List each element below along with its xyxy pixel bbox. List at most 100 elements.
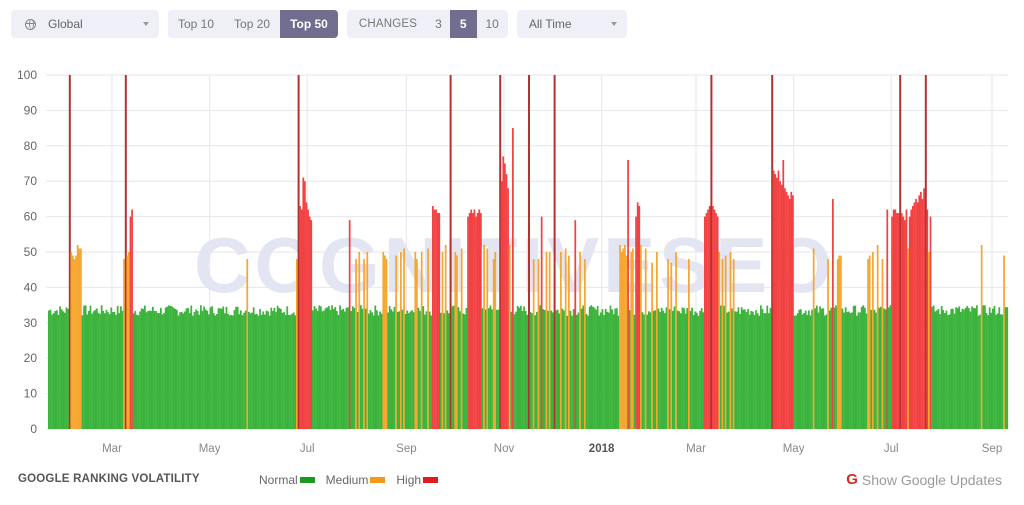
bar-normal	[254, 314, 257, 429]
bar-medium	[624, 244, 626, 429]
bar-normal	[256, 313, 258, 429]
bar-normal	[993, 305, 996, 429]
bar-normal	[347, 307, 349, 429]
bar-normal	[854, 305, 857, 429]
bar-normal	[153, 310, 156, 429]
show-google-updates-button[interactable]: G Show Google Updates	[846, 471, 1002, 488]
bar-medium	[872, 252, 874, 429]
bar-normal	[398, 311, 401, 429]
bar-normal	[857, 312, 860, 429]
bar-medium	[76, 244, 79, 429]
bar-high	[502, 156, 505, 430]
bar-medium	[827, 259, 829, 429]
y-tick-label: 20	[24, 351, 38, 365]
bar-normal	[244, 310, 247, 429]
bar-normal	[184, 311, 186, 429]
bar-normal	[312, 310, 314, 429]
changes-10-button[interactable]: 10	[477, 10, 508, 38]
bar-high	[921, 198, 924, 429]
bar-normal	[273, 307, 276, 429]
bar-medium	[246, 259, 249, 429]
bar-normal	[318, 305, 321, 429]
top-20-button[interactable]: Top 20	[224, 10, 280, 38]
bar-normal	[966, 306, 969, 429]
bar-normal	[272, 310, 274, 429]
bar-medium	[126, 255, 129, 429]
bar-normal	[984, 305, 986, 429]
region-select[interactable]: Global	[11, 10, 159, 38]
changes-3-button[interactable]: 3	[427, 10, 450, 38]
bar-high	[470, 209, 473, 429]
bar-high	[784, 188, 786, 429]
bar-normal	[196, 311, 199, 429]
period-select[interactable]: All Time	[516, 10, 627, 38]
bar-normal	[100, 305, 103, 429]
bar-normal	[235, 306, 237, 429]
bar-high	[707, 209, 709, 429]
bar-normal	[534, 315, 537, 429]
bar-normal	[755, 310, 757, 429]
bar-normal	[888, 307, 890, 429]
chevron-down-icon	[610, 22, 617, 26]
bar-medium	[840, 255, 842, 429]
bar-normal	[513, 314, 516, 429]
bar-normal	[200, 305, 202, 429]
bar-normal	[945, 310, 948, 429]
bar-normal	[345, 307, 348, 429]
bar-normal	[806, 314, 809, 429]
bar-medium	[492, 259, 495, 429]
bar-normal	[160, 307, 162, 429]
bar-normal	[608, 312, 610, 429]
bar-normal	[524, 311, 527, 429]
bar-normal	[811, 309, 813, 429]
bar-normal	[520, 305, 522, 429]
bar-normal	[563, 310, 565, 429]
bar-high	[574, 220, 577, 429]
bar-normal	[452, 305, 455, 429]
bar-normal	[544, 309, 546, 429]
bar-medium	[73, 259, 76, 429]
volatility-chart: COGNITIVESEO 0102030405060708090100 Mar M…	[17, 68, 1009, 455]
bar-normal	[521, 310, 524, 429]
bar-normal	[830, 307, 833, 429]
bar-normal	[332, 308, 335, 429]
x-tick-label: Mar	[102, 443, 122, 455]
bar-normal	[110, 307, 113, 429]
bar-normal	[611, 309, 613, 429]
bar-normal	[848, 311, 850, 429]
bar-normal	[209, 307, 212, 429]
bar-normal	[350, 311, 353, 429]
top-50-button[interactable]: Top 50	[280, 10, 338, 38]
bar-normal	[368, 313, 370, 429]
bar-normal	[961, 308, 964, 429]
bar-normal	[763, 313, 765, 429]
bar-normal	[523, 306, 525, 429]
bar-medium	[494, 252, 497, 429]
bar-high	[905, 209, 908, 429]
bar-normal	[105, 309, 108, 429]
bar-normal	[99, 313, 101, 429]
bar-medium	[416, 259, 418, 429]
bar-normal	[681, 307, 684, 429]
bar-normal	[1000, 314, 1002, 429]
bar-normal	[329, 309, 332, 429]
bar-high	[435, 209, 437, 429]
bar-normal	[150, 311, 153, 429]
bar-normal	[614, 308, 617, 429]
bar-normal	[137, 315, 140, 429]
bar-normal	[440, 312, 442, 429]
bar-medium	[656, 252, 658, 429]
top-10-button[interactable]: Top 10	[168, 10, 224, 38]
bar-normal	[988, 307, 991, 429]
bar-normal	[92, 311, 95, 429]
bar-normal	[86, 314, 89, 429]
y-tick-label: 30	[24, 316, 38, 330]
bar-normal	[406, 310, 409, 429]
changes-5-button[interactable]: 5	[449, 10, 477, 38]
bar-medium	[296, 259, 298, 429]
bar-normal	[643, 314, 645, 429]
bar-normal	[422, 306, 425, 429]
bar-medium	[625, 255, 628, 429]
bar-normal	[795, 315, 797, 429]
bar-normal	[592, 306, 594, 429]
